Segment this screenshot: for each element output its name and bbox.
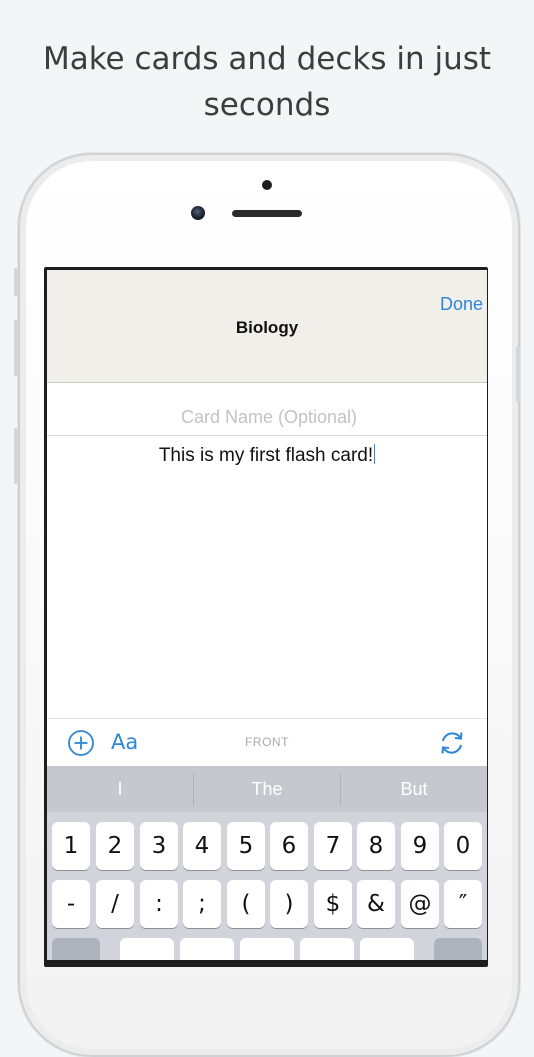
card-side-label: FRONT	[245, 735, 289, 749]
key[interactable]: 4	[183, 822, 221, 870]
front-camera	[191, 206, 205, 220]
side-button	[14, 268, 18, 296]
key[interactable]: ;	[183, 880, 221, 928]
key[interactable]: :	[140, 880, 178, 928]
suggestion[interactable]: The	[194, 766, 340, 812]
key[interactable]: 9	[401, 822, 439, 870]
symbols-toggle-key[interactable]	[52, 938, 100, 960]
key[interactable]: &	[357, 880, 395, 928]
key[interactable]: -	[52, 880, 90, 928]
key[interactable]: )	[270, 880, 308, 928]
key[interactable]: ″	[444, 880, 482, 928]
card-name-input[interactable]	[47, 398, 487, 436]
suggestion[interactable]: I	[47, 766, 193, 812]
key[interactable]: 3	[140, 822, 178, 870]
headline: Make cards and decks in just seconds	[42, 41, 492, 123]
keyboard: I The But 1 2 3 4 5 6 7 8 9 0 - / : ; ( …	[47, 766, 487, 960]
proximity-sensor	[262, 180, 272, 190]
plus-circle-icon[interactable]	[67, 729, 95, 757]
key[interactable]: 8	[357, 822, 395, 870]
key[interactable]	[240, 938, 294, 960]
refresh-icon[interactable]	[437, 728, 467, 758]
key[interactable]	[120, 938, 174, 960]
suggestion-bar: I The But	[47, 766, 487, 812]
key[interactable]: $	[314, 880, 352, 928]
suggestion[interactable]: But	[341, 766, 487, 812]
key[interactable]: @	[401, 880, 439, 928]
side-button	[516, 346, 520, 402]
card-front-text: This is my first flash card!	[158, 445, 374, 466]
key[interactable]	[360, 938, 414, 960]
side-button	[14, 320, 18, 376]
key[interactable]	[180, 938, 234, 960]
card-front-text-area[interactable]: This is my first flash card!	[47, 444, 487, 467]
key[interactable]	[300, 938, 354, 960]
text-format-button[interactable]: Aa	[111, 730, 138, 754]
text-cursor	[374, 444, 376, 464]
deck-title: Biology	[235, 318, 299, 337]
side-button	[14, 428, 18, 484]
key[interactable]: 5	[227, 822, 265, 870]
done-button[interactable]: Done	[387, 291, 483, 317]
key[interactable]: 7	[314, 822, 352, 870]
app-screen: Biology Done This is my first flash card…	[47, 270, 487, 960]
key[interactable]: 0	[444, 822, 482, 870]
navigation-bar: Biology Done	[47, 270, 487, 383]
key[interactable]: 2	[96, 822, 134, 870]
earpiece-speaker	[232, 210, 302, 217]
key[interactable]: 6	[270, 822, 308, 870]
divider	[47, 435, 487, 436]
key[interactable]: 1	[52, 822, 90, 870]
editor-toolbar: Aa FRONT	[47, 718, 487, 767]
key[interactable]: /	[96, 880, 134, 928]
backspace-key[interactable]	[434, 938, 482, 960]
key[interactable]: (	[227, 880, 265, 928]
